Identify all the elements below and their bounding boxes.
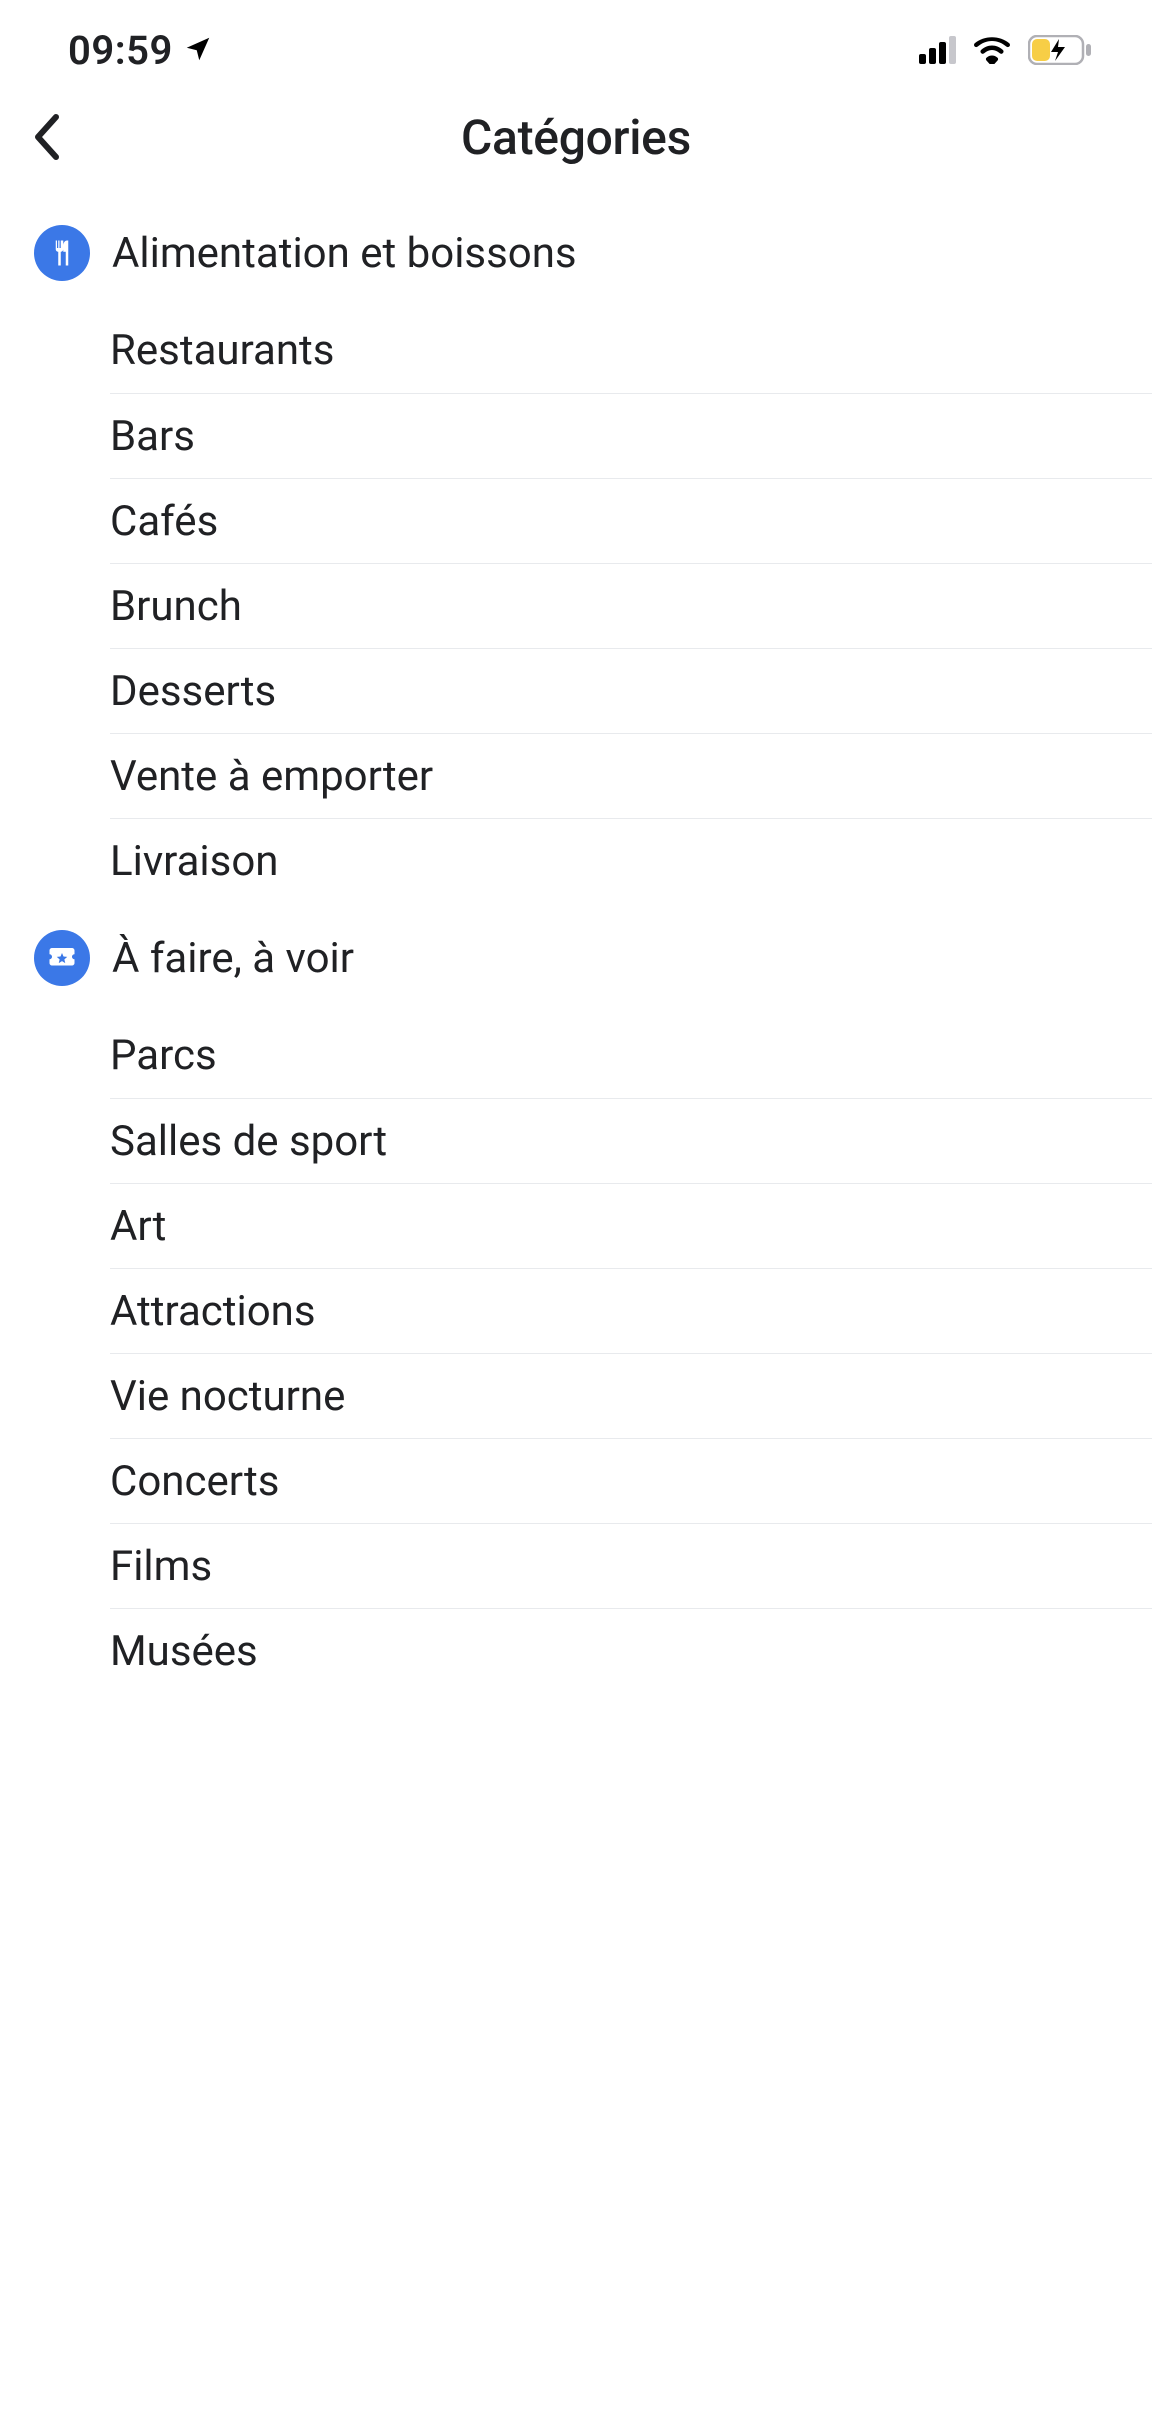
cellular-signal-icon — [919, 36, 956, 64]
content: Alimentation et boissons Restaurants Bar… — [0, 174, 1152, 1693]
list-item[interactable]: Restaurants — [110, 308, 1152, 393]
list-food-drink: Restaurants Bars Cafés Brunch Desserts V… — [0, 308, 1152, 903]
list-item[interactable]: Films — [110, 1523, 1152, 1608]
fork-knife-icon — [34, 225, 90, 281]
wifi-icon — [974, 36, 1010, 64]
battery-charging-icon — [1028, 35, 1092, 65]
ticket-star-icon — [34, 930, 90, 986]
chevron-left-icon — [32, 113, 60, 161]
list-item[interactable]: Livraison — [110, 818, 1152, 903]
list-item[interactable]: Vente à emporter — [110, 733, 1152, 818]
back-button[interactable] — [22, 113, 70, 161]
section-title: Alimentation et boissons — [112, 229, 577, 278]
list-item[interactable]: Bars — [110, 393, 1152, 478]
list-item[interactable]: Attractions — [110, 1268, 1152, 1353]
list-item[interactable]: Vie nocturne — [110, 1353, 1152, 1438]
status-right — [919, 35, 1092, 65]
status-left: 09:59 — [68, 27, 213, 74]
section-food-drink: Alimentation et boissons Restaurants Bar… — [0, 198, 1152, 903]
header: Catégories — [0, 100, 1152, 174]
list-item[interactable]: Cafés — [110, 478, 1152, 563]
section-header-things-to-do[interactable]: À faire, à voir — [0, 903, 1152, 1013]
list-item[interactable]: Art — [110, 1183, 1152, 1268]
location-services-icon — [183, 27, 213, 74]
list-item[interactable]: Salles de sport — [110, 1098, 1152, 1183]
list-item[interactable]: Parcs — [110, 1013, 1152, 1098]
page-title: Catégories — [461, 109, 691, 166]
list-item[interactable]: Desserts — [110, 648, 1152, 733]
section-things-to-do: À faire, à voir Parcs Salles de sport Ar… — [0, 903, 1152, 1693]
list-item[interactable]: Brunch — [110, 563, 1152, 648]
section-title: À faire, à voir — [112, 934, 354, 983]
section-header-food-drink[interactable]: Alimentation et boissons — [0, 198, 1152, 308]
list-item[interactable]: Musées — [110, 1608, 1152, 1693]
list-item[interactable]: Concerts — [110, 1438, 1152, 1523]
list-things-to-do: Parcs Salles de sport Art Attractions Vi… — [0, 1013, 1152, 1693]
status-bar: 09:59 — [0, 0, 1152, 100]
status-time: 09:59 — [68, 27, 173, 74]
